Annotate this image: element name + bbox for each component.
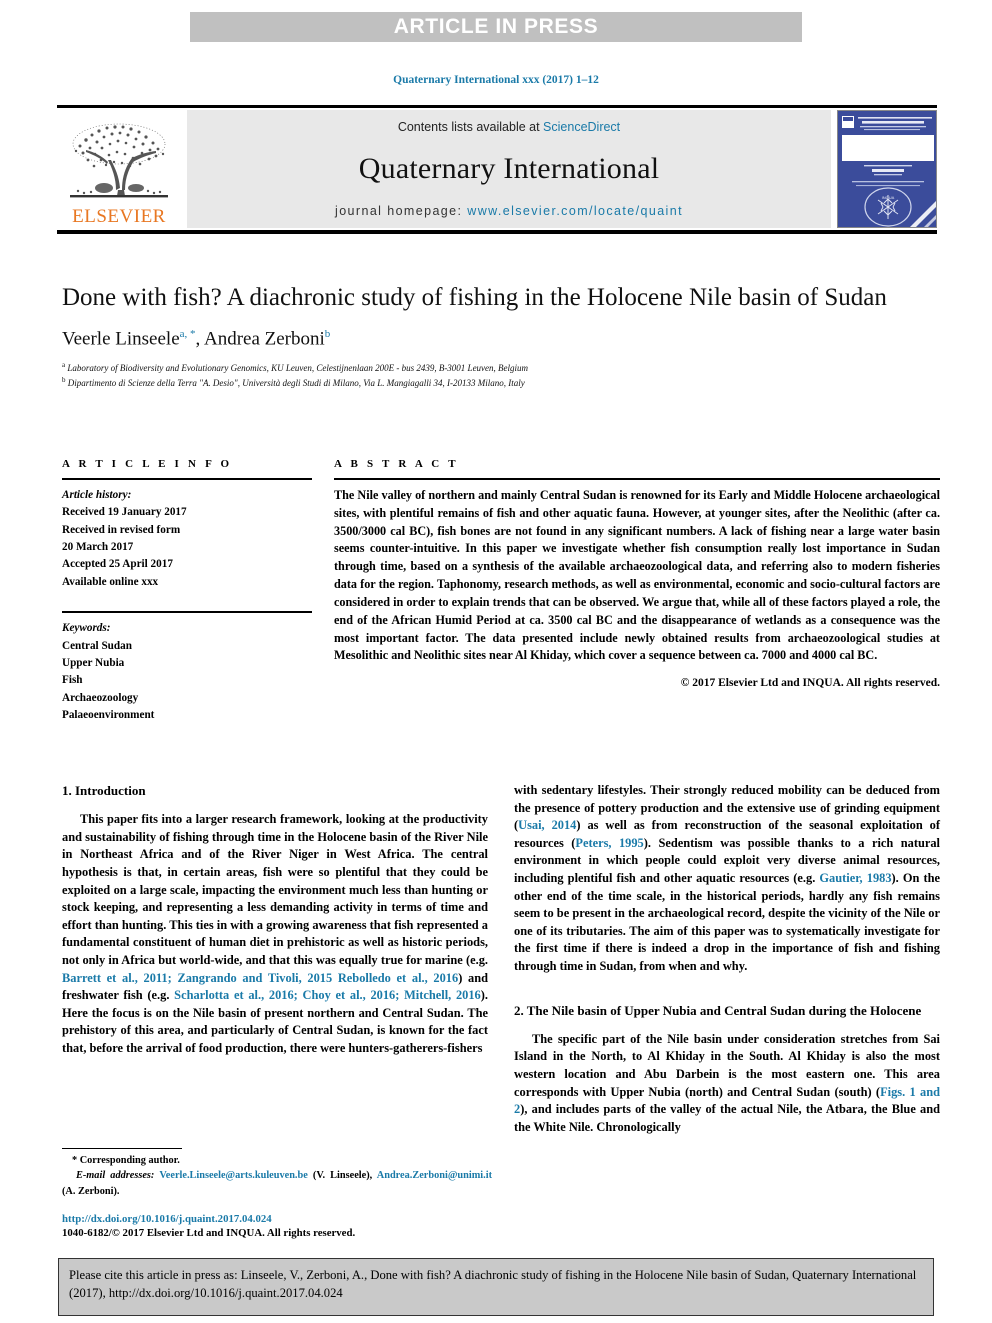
affiliations: a Laboratory of Biodiversity and Evoluti… (62, 360, 942, 390)
citation-notice-box: Please cite this article in press as: Li… (58, 1258, 934, 1316)
article-history-item: Accepted 25 April 2017 (62, 558, 173, 571)
author-1-affiliation-marker[interactable]: a, * (180, 328, 196, 340)
abstract-text: The Nile valley of northern and mainly C… (334, 488, 940, 663)
page-title: Done with fish? A diachronic study of fi… (62, 284, 887, 311)
keyword-item: Archaeozoology (62, 691, 139, 704)
issn-copyright-line: 1040-6182/© 2017 Elsevier Ltd and INQUA.… (62, 1227, 356, 1240)
article-history-item: Received 19 January 2017 (62, 506, 187, 519)
citation-notice-text: Please cite this article in press as: Li… (69, 1268, 917, 1300)
author-2-affiliation-marker[interactable]: b (325, 328, 331, 340)
journal-masthead: ELSEVIER Contents lists available at Sci… (57, 105, 937, 234)
article-history-block: Article history: Received 19 January 201… (62, 487, 312, 591)
info-abstract-region: A R T I C L E I N F O Article history: R… (62, 458, 940, 724)
abstract-heading: A B S T R A C T (334, 458, 459, 470)
journal-homepage-line: journal homepage: www.elsevier.com/locat… (335, 204, 683, 218)
keyword-item: Upper Nubia (62, 656, 125, 669)
article-in-press-banner: ARTICLE IN PRESS (190, 12, 802, 42)
body-column-left: 1. Introduction This paper fits into a l… (62, 782, 488, 1137)
elsevier-wordmark: ELSEVIER (72, 206, 166, 227)
footnote-corresponding-author: * Corresponding author. (62, 1153, 492, 1168)
article-in-press-label: ARTICLE IN PRESS (393, 15, 599, 38)
paragraph-text: ). On the other end of the time scale, i… (514, 871, 941, 974)
email-owner-1: (V. Linseele), (307, 1170, 377, 1182)
body-columns: 1. Introduction This paper fits into a l… (62, 782, 940, 1137)
keywords-label: Keywords: (62, 622, 111, 635)
body-column-right: with sedentary lifestyles. Their strongl… (514, 782, 940, 1137)
abstract-rule (334, 478, 940, 480)
citation-link[interactable]: Peters, 1995 (575, 836, 643, 850)
section-heading-introduction: 1. Introduction (62, 783, 146, 798)
article-history-item: 20 March 2017 (62, 541, 134, 554)
email-addresses-label: E-mail addresses: (76, 1170, 155, 1182)
footnote-divider (62, 1148, 182, 1149)
paragraph-nile-1: The specific part of the Nile basin unde… (514, 1031, 940, 1137)
affiliation-a: a Laboratory of Biodiversity and Evoluti… (62, 360, 942, 375)
abstract-column: A B S T R A C T The Nile valley of north… (334, 458, 940, 724)
affiliation-b: b Dipartimento di Scienze della Terra "A… (62, 375, 942, 390)
article-info-rule (62, 478, 312, 480)
article-info-heading: A R T I C L E I N F O (62, 458, 233, 470)
contents-lists-line: Contents lists available at ScienceDirec… (398, 120, 620, 134)
svg-text:INQUA: INQUA (882, 195, 895, 200)
author-list: Veerle Linseelea, *, Andrea Zerbonib (62, 328, 942, 350)
paragraph-text: This paper fits into a larger research f… (62, 812, 488, 968)
section-heading-nile-basin: 2. The Nile basin of Upper Nubia and Cen… (514, 1002, 922, 1018)
sciencedirect-link[interactable]: ScienceDirect (543, 120, 620, 134)
affiliation-a-text: Laboratory of Biodiversity and Evolution… (65, 363, 529, 374)
doi-link[interactable]: http://dx.doi.org/10.1016/j.quaint.2017.… (62, 1213, 492, 1225)
journal-homepage-link[interactable]: www.elsevier.com/locate/quaint (467, 204, 683, 218)
paragraph-intro-1: This paper fits into a larger research f… (62, 811, 488, 1058)
email-owner-2: (A. Zerboni). (62, 1185, 120, 1197)
email-link-zerboni[interactable]: Andrea.Zerboni@unimi.it (377, 1170, 492, 1181)
footnote-emails: E-mail addresses: Veerle.Linseele@arts.k… (62, 1168, 492, 1199)
keyword-item: Central Sudan (62, 639, 132, 652)
masthead-center-panel: Contents lists available at ScienceDirec… (187, 110, 831, 228)
masthead-bottom-rule (57, 230, 937, 234)
journal-title: Quaternary International (358, 152, 660, 185)
article-history-item: Received in revised form (62, 523, 181, 536)
paragraph-intro-2: with sedentary lifestyles. Their strongl… (514, 782, 940, 976)
masthead-top-rule (57, 105, 937, 108)
affiliation-b-text: Dipartimento di Scienze della Terra "A. … (65, 378, 525, 389)
running-head: Quaternary International xxx (2017) 1–12 (393, 74, 599, 86)
citation-link[interactable]: Scharlotta et al., 2016; Choy et al., 20… (174, 988, 481, 1002)
citation-link[interactable]: Usai, 2014 (518, 818, 576, 832)
journal-homepage-prefix: journal homepage: (335, 204, 468, 218)
author-2: , Andrea Zerboni (195, 328, 325, 350)
paragraph-text: The specific part of the Nile basin unde… (514, 1031, 940, 1099)
keyword-item: Palaeoenvironment (62, 708, 155, 721)
abstract-copyright: © 2017 Elsevier Ltd and INQUA. All right… (680, 677, 940, 690)
author-1: Veerle Linseele (62, 328, 180, 350)
keywords-rule (62, 611, 312, 614)
journal-cover-thumbnail: INQUA (837, 110, 937, 228)
article-history-item: Available online xxx (62, 575, 159, 588)
email-link-linseele[interactable]: Veerle.Linseele@arts.kuleuven.be (159, 1170, 307, 1181)
contents-lists-prefix: Contents lists available at (397, 120, 544, 134)
citation-link[interactable]: Barrett et al., 2011; Zangrando and Tivo… (62, 971, 458, 985)
title-block: Done with fish? A diachronic study of fi… (62, 282, 942, 390)
article-info-column: A R T I C L E I N F O Article history: R… (62, 458, 312, 724)
elsevier-logo: ELSEVIER (57, 110, 181, 228)
citation-link[interactable]: Gautier, 1983 (819, 871, 891, 885)
keyword-item: Fish (62, 674, 83, 687)
footnotes-region: * Corresponding author. E-mail addresses… (62, 1148, 492, 1239)
corresponding-author-text: * Corresponding author. (72, 1155, 180, 1166)
article-history-label: Article history: (62, 489, 132, 501)
keywords-block: Keywords: Central Sudan Upper Nubia Fish… (62, 620, 312, 724)
elsevier-tree-icon (64, 118, 174, 206)
paragraph-text: ), and includes parts of the valley of t… (514, 1102, 940, 1134)
